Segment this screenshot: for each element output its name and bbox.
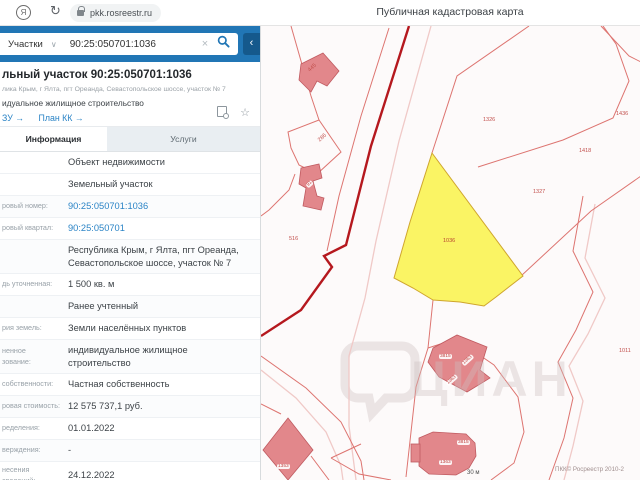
- map-attribution: ПКК© Росреестр 2010-2: [555, 466, 624, 473]
- search-box[interactable]: Участки ∨ ×: [0, 33, 238, 55]
- parcel-label: 1327: [533, 189, 545, 195]
- row-label: [0, 182, 66, 188]
- row-label: [0, 254, 66, 260]
- address-bar[interactable]: pkk.rosreestr.ru: [70, 4, 161, 22]
- chevron-down-icon[interactable]: ∨: [51, 40, 57, 49]
- row-label: собственности:: [0, 376, 66, 392]
- cadastral-quarter-link[interactable]: 90:25:050701: [66, 218, 254, 239]
- parcel-label: 1436: [616, 111, 628, 117]
- selected-parcel-label: 1036: [443, 238, 455, 244]
- row-value: Республика Крым, г Ялта, пгт Ореанда, Се…: [66, 240, 254, 273]
- table-row: верждения: -: [0, 440, 260, 462]
- tabs-bar: Информация Услуги: [0, 127, 260, 152]
- row-label: [0, 304, 66, 310]
- table-row: ровый квартал: 90:25:050701: [0, 218, 260, 240]
- table-row: Объект недвижимости: [0, 152, 260, 174]
- clear-icon[interactable]: ×: [202, 38, 208, 50]
- browser-chrome: Я ↻ pkk.rosreestr.ru Публичная кадастров…: [0, 0, 640, 26]
- table-row: ровый номер: 90:25:050701:1036: [0, 196, 260, 218]
- table-row: дь уточненная: 1 500 кв. м: [0, 274, 260, 296]
- row-label: ненное зование:: [0, 343, 66, 370]
- browser-profile-icon[interactable]: Я: [16, 5, 31, 20]
- row-value: 01.01.2022: [66, 418, 254, 439]
- parcel-label: 1011: [619, 348, 631, 354]
- scale-label: 30 м: [467, 470, 479, 476]
- row-value: Объект недвижимости: [66, 152, 254, 173]
- row-label: верждения:: [0, 442, 66, 458]
- building-3815-lower[interactable]: [419, 432, 476, 475]
- building-label: 3815: [457, 440, 470, 445]
- doc-search-icon[interactable]: [217, 106, 227, 117]
- watermark-pin-icon: [345, 346, 415, 413]
- table-row: несения сведений: 24.12.2022: [0, 462, 260, 480]
- url-text: pkk.rosreestr.ru: [90, 8, 152, 18]
- building-1353[interactable]: [263, 418, 313, 480]
- row-label: ровый номер:: [0, 198, 66, 214]
- parcel-card: льный участок 90:25:050701:1036 лика Кры…: [0, 62, 260, 127]
- search-icon[interactable]: [217, 35, 230, 53]
- row-value: индивидуальное жилищное строительство: [66, 340, 254, 373]
- building-label: 3815: [439, 354, 452, 359]
- lock-icon: [77, 10, 84, 16]
- search-bar: Участки ∨ × ‹: [0, 26, 260, 62]
- table-row: Ранее учтенный: [0, 296, 260, 318]
- row-value: 12 575 737,1 руб.: [66, 396, 254, 417]
- row-label: рия земель:: [0, 320, 66, 336]
- info-table: Объект недвижимости Земельный участок ро…: [0, 152, 260, 480]
- table-row: ненное зование: индивидуальное жилищное …: [0, 340, 260, 374]
- row-label: [0, 160, 66, 166]
- search-category-select[interactable]: Участки: [0, 39, 43, 50]
- row-label: ровый квартал:: [0, 220, 66, 236]
- parcel-label: 1326: [483, 117, 495, 123]
- page-title: Публичная кадастровая карта: [330, 6, 570, 18]
- parcel-label: 1418: [579, 148, 591, 154]
- building-annex[interactable]: [411, 444, 420, 462]
- building-label: 1363: [439, 460, 452, 465]
- parcel-card-address: лика Крым, г Ялта, пгт Ореанда, Севастоп…: [2, 86, 260, 93]
- row-value: Частная собственность: [66, 374, 254, 395]
- row-label: ровая стоимость:: [0, 398, 66, 414]
- table-row: собственности: Частная собственность: [0, 374, 260, 396]
- row-value: Земли населённых пунктов: [66, 318, 254, 339]
- sidebar-collapse-button[interactable]: ‹: [243, 33, 260, 55]
- plan-kk-link[interactable]: План КК →: [39, 113, 84, 123]
- row-value: Земельный участок: [66, 174, 254, 195]
- building-445[interactable]: [299, 53, 339, 92]
- app-window: Я ↻ pkk.rosreestr.ru Публичная кадастров…: [0, 0, 640, 480]
- cadastral-number-link[interactable]: 90:25:050701:1036: [66, 196, 254, 217]
- row-label: дь уточненная:: [0, 276, 66, 292]
- row-value: Ранее учтенный: [66, 296, 254, 317]
- map-canvas: [261, 26, 640, 480]
- table-row: ровая стоимость: 12 575 737,1 руб.: [0, 396, 260, 418]
- sidebar-panel: Участки ∨ × ‹ льный участок 90:25:050701…: [0, 26, 260, 480]
- parcel-label: 516: [289, 236, 298, 242]
- tab-services[interactable]: Услуги: [107, 127, 260, 151]
- cadastral-map[interactable]: ЦИАН 445 286 91 516 1036 1326 1436 1418 …: [260, 26, 640, 480]
- parcel-card-title: льный участок 90:25:050701:1036: [2, 69, 260, 81]
- table-row: ределения: 01.01.2022: [0, 418, 260, 440]
- row-value: -: [66, 440, 254, 461]
- building-label: 1353: [277, 464, 290, 469]
- row-value: 1 500 кв. м: [66, 274, 254, 295]
- plan-zu-link[interactable]: ЗУ →: [2, 113, 24, 123]
- row-value: 24.12.2022: [66, 465, 254, 480]
- building-91[interactable]: [299, 164, 324, 210]
- watermark-text: ЦИАН: [411, 350, 572, 408]
- row-label: ределения:: [0, 420, 66, 436]
- card-action-icons: ☆: [217, 105, 250, 119]
- refresh-icon[interactable]: ↻: [50, 3, 61, 19]
- search-input[interactable]: [70, 39, 200, 50]
- table-row: рия земель: Земли населённых пунктов: [0, 318, 260, 340]
- tab-information[interactable]: Информация: [0, 127, 107, 151]
- star-icon[interactable]: ☆: [240, 107, 250, 119]
- selected-parcel-1036[interactable]: [394, 153, 523, 306]
- table-row: Республика Крым, г Ялта, пгт Ореанда, Се…: [0, 240, 260, 274]
- row-label: несения сведений:: [0, 462, 66, 480]
- table-row: Земельный участок: [0, 174, 260, 196]
